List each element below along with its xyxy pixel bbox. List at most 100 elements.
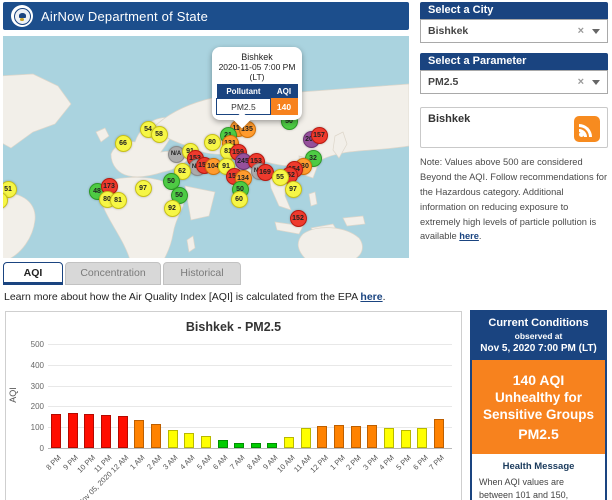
y-tick-label: 200 bbox=[10, 402, 44, 411]
aqi-marker[interactable]: 60 bbox=[231, 191, 248, 208]
aqi-bar[interactable] bbox=[118, 416, 128, 448]
x-tick-label: 4 AM bbox=[178, 453, 196, 471]
aqi-marker[interactable]: 169 bbox=[257, 164, 274, 181]
tab-historical[interactable]: Historical bbox=[163, 262, 241, 285]
chevron-down-icon[interactable] bbox=[592, 80, 600, 85]
health-message-title: Health Message bbox=[472, 461, 605, 472]
y-tick-label: 300 bbox=[10, 382, 44, 391]
current-pollutant: PM2.5 bbox=[478, 426, 599, 442]
aqi-bar[interactable] bbox=[184, 433, 194, 448]
aqi-bar[interactable] bbox=[417, 428, 427, 448]
x-tick-label: 5 PM bbox=[394, 453, 413, 472]
aqi-bar[interactable] bbox=[367, 425, 377, 448]
aqi-bar[interactable] bbox=[334, 425, 344, 448]
parameter-select-value: PM2.5 bbox=[428, 76, 578, 88]
x-tick-label: 6 AM bbox=[211, 453, 229, 471]
current-conditions-panel: Current Conditions observed at Nov 5, 20… bbox=[470, 310, 607, 500]
rss-feed-box: Bishkek bbox=[420, 107, 608, 148]
tab-aqi[interactable]: AQI bbox=[3, 262, 63, 285]
aqi-bar[interactable] bbox=[201, 436, 211, 448]
popup-col-aqi: AQI bbox=[270, 84, 297, 99]
aqi-bar[interactable] bbox=[84, 414, 94, 448]
note-text: Note: Values above 500 are considered Be… bbox=[420, 157, 607, 241]
parameter-panel-title: Select a Parameter bbox=[420, 53, 608, 70]
x-tick-label: 7 PM bbox=[428, 453, 447, 472]
learn-more-text: Learn more about how the Air Quality Ind… bbox=[4, 291, 386, 303]
x-tick-label: 7 AM bbox=[228, 453, 246, 471]
aqi-bar[interactable] bbox=[384, 428, 394, 448]
tab-bar: AQI Concentration Historical bbox=[3, 262, 241, 285]
current-conditions-title: Current Conditions bbox=[475, 317, 602, 329]
note-suffix: . bbox=[479, 231, 482, 241]
tab-concentration[interactable]: Concentration bbox=[65, 262, 161, 285]
popup-timezone: (LT) bbox=[216, 72, 298, 82]
aqi-bar[interactable] bbox=[317, 426, 327, 448]
aqi-bar-chart: Bishkek - PM2.5 AQI 0100200300400500 8 P… bbox=[5, 311, 462, 500]
x-tick-label: 10 AM bbox=[275, 453, 296, 474]
x-tick-label: 8 PM bbox=[45, 453, 64, 472]
popup-table: Pollutant AQI PM2.5 140 bbox=[216, 84, 298, 115]
us-state-seal-icon bbox=[11, 5, 33, 27]
city-panel-title: Select a City bbox=[420, 2, 608, 19]
y-tick-label: 500 bbox=[10, 340, 44, 349]
aqi-bar[interactable] bbox=[284, 437, 294, 448]
city-clear-icon[interactable]: × bbox=[578, 25, 584, 37]
gridline bbox=[48, 386, 452, 387]
gridline bbox=[48, 448, 452, 449]
parameter-select-panel: Select a Parameter PM2.5 × bbox=[420, 53, 608, 94]
aqi-bar[interactable] bbox=[267, 443, 277, 448]
aqi-marker[interactable]: 97 bbox=[285, 181, 302, 198]
aqi-bar[interactable] bbox=[401, 430, 411, 448]
x-tick-label: 6 PM bbox=[411, 453, 430, 472]
chart-title: Bishkek - PM2.5 bbox=[6, 320, 461, 334]
y-tick-label: 400 bbox=[10, 361, 44, 370]
x-tick-label: 8 AM bbox=[245, 453, 263, 471]
aqi-marker[interactable]: 92 bbox=[164, 200, 181, 217]
x-tick-label: 4 PM bbox=[378, 453, 397, 472]
current-conditions-header: Current Conditions observed at Nov 5, 20… bbox=[472, 312, 605, 360]
current-aqi-value: 140 AQI bbox=[478, 372, 599, 388]
aqi-bar[interactable] bbox=[68, 413, 78, 448]
note-here-link[interactable]: here bbox=[459, 231, 479, 241]
aqi-bar[interactable] bbox=[351, 426, 361, 448]
aqi-bar[interactable] bbox=[251, 443, 261, 448]
parameter-select[interactable]: PM2.5 × bbox=[420, 70, 608, 94]
aqi-bar[interactable] bbox=[218, 440, 228, 448]
gridline bbox=[48, 344, 452, 345]
aqi-bar[interactable] bbox=[51, 414, 61, 448]
aqi-bar[interactable] bbox=[434, 419, 444, 448]
chevron-down-icon[interactable] bbox=[592, 29, 600, 34]
aqi-marker[interactable]: 55 bbox=[272, 169, 289, 186]
x-tick-label: 10 PM bbox=[75, 453, 97, 475]
aqi-marker[interactable]: 66 bbox=[115, 135, 132, 152]
aqi-marker[interactable]: 152 bbox=[290, 210, 307, 227]
aqi-marker[interactable]: 157 bbox=[311, 127, 328, 144]
aqi-bar[interactable] bbox=[101, 415, 111, 448]
rss-icon[interactable] bbox=[574, 116, 600, 142]
aqi-bar[interactable] bbox=[151, 424, 161, 448]
health-message-text: When AQI values are between 101 and 150,… bbox=[472, 476, 605, 500]
aqi-marker[interactable]: 81 bbox=[110, 192, 127, 209]
parameter-clear-icon[interactable]: × bbox=[578, 76, 584, 88]
observed-at-label: observed at bbox=[475, 331, 602, 341]
x-tick-label: 1 AM bbox=[128, 453, 146, 471]
aqi-bar[interactable] bbox=[134, 420, 144, 448]
airnow-dos-page: AirNow Department of State bbox=[0, 0, 612, 500]
x-tick-label: 3 AM bbox=[161, 453, 179, 471]
world-aqi-map[interactable]: 51665458N/A91153N/A153104625050924817380… bbox=[3, 36, 409, 258]
observed-datetime: Nov 5, 2020 7:00 PM (LT) bbox=[475, 343, 602, 354]
aqi-bar[interactable] bbox=[234, 443, 244, 448]
current-aqi-category: Unhealthy for Sensitive Groups bbox=[478, 390, 599, 424]
x-tick-label: 1 PM bbox=[328, 453, 347, 472]
x-tick-label: 12 PM bbox=[308, 453, 330, 475]
aqi-marker[interactable]: 80 bbox=[204, 134, 221, 151]
x-tick-label: 3 PM bbox=[361, 453, 380, 472]
aqi-bar[interactable] bbox=[301, 428, 311, 448]
aqi-marker[interactable]: 58 bbox=[151, 126, 168, 143]
aqi-marker[interactable]: 97 bbox=[135, 180, 152, 197]
learn-more-here-link[interactable]: here bbox=[360, 291, 382, 303]
popup-city: Bishkek bbox=[216, 52, 298, 62]
aqi-bar[interactable] bbox=[168, 430, 178, 448]
learn-more-suffix: . bbox=[383, 291, 386, 303]
city-select[interactable]: Bishkek × bbox=[420, 19, 608, 43]
